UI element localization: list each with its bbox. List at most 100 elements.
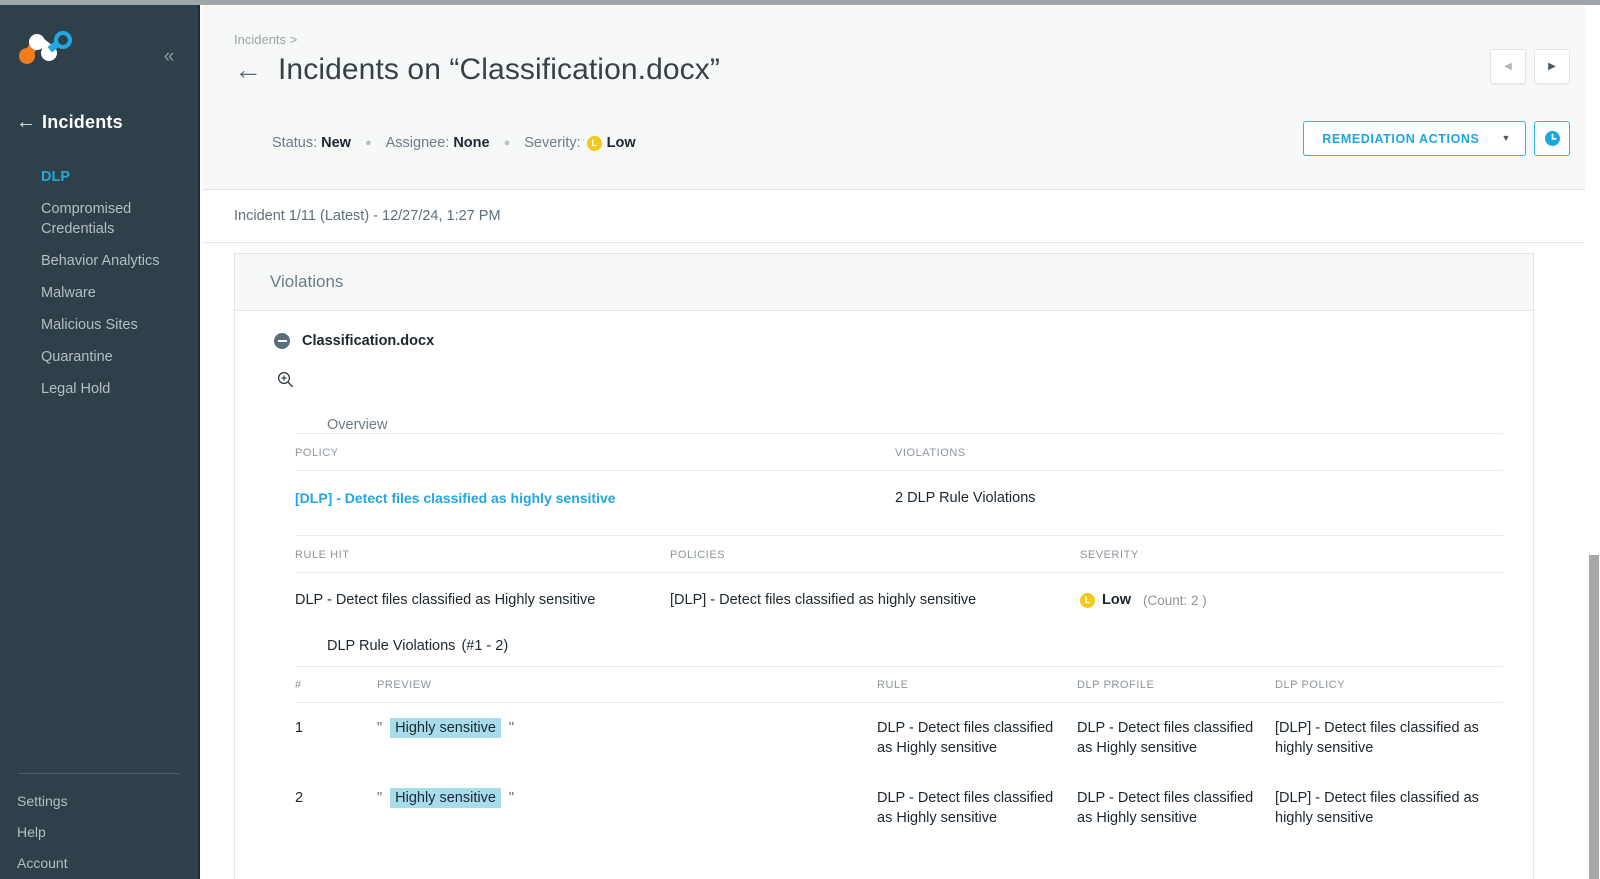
- preview-highlight: Highly sensitive: [390, 718, 501, 738]
- column-severity: SEVERITY: [1080, 535, 1503, 573]
- severity-badge-icon: L: [586, 135, 602, 151]
- violation-number: 1: [295, 720, 304, 736]
- sidebar-item-malicious-sites[interactable]: Malicious Sites: [0, 309, 198, 341]
- severity-label: Low: [1102, 592, 1131, 608]
- rule-hit-cell: DLP - Detect files classified as Highly …: [295, 592, 596, 608]
- violations-count-cell: 2 DLP Rule Violations: [895, 490, 1036, 506]
- assignee-label: Assignee:: [385, 135, 450, 151]
- table-row: 1 " Highly sensitive " DLP - Detect files …: [295, 703, 1503, 774]
- table-row: [DLP] - Detect files classified as highl…: [295, 471, 1503, 528]
- header-actions: REMEDIATION ACTIONS ▼: [1303, 121, 1570, 156]
- status-label: Status:: [272, 135, 318, 151]
- app-viewport: « ← Incidents DLP Compromised Credential…: [0, 0, 1600, 879]
- page-title: Incidents on “Classification.docx”: [278, 53, 720, 86]
- severity-label: Severity:: [524, 135, 581, 151]
- column-dlp-policy: DLP POLICY: [1275, 666, 1503, 703]
- severity-cell: L Low (Count: 2 ): [1080, 590, 1503, 611]
- preview-close-quote: ": [508, 720, 515, 736]
- sidebar-item-account[interactable]: Account: [0, 848, 198, 879]
- preview-close-quote: ": [508, 790, 515, 806]
- sidebar-nav-list: DLP Compromised Credentials Behavior Ana…: [0, 161, 198, 405]
- severity-badge-icon: L: [1080, 593, 1095, 608]
- sidebar-footer: Settings Help Account: [0, 773, 198, 879]
- column-violations: VIOLATIONS: [895, 433, 1503, 471]
- rule-hit-table: RULE HIT POLICIES SEVERITY DLP - Detect …: [295, 535, 1503, 628]
- chevron-double-left-icon[interactable]: «: [158, 47, 180, 69]
- pager: ◀ ▶: [1482, 49, 1570, 84]
- meta-separator: ●: [364, 136, 372, 149]
- violation-dlp-policy: [DLP] - Detect files classified as highl…: [1275, 790, 1479, 826]
- sidebar-back-incidents[interactable]: ← Incidents: [0, 105, 198, 139]
- brand-logo-icon[interactable]: [16, 31, 74, 65]
- violation-dlp-profile: DLP - Detect files classified as Highly …: [1077, 720, 1254, 756]
- table-row: DLP - Detect files classified as Highly …: [295, 573, 1503, 629]
- incident-meta: Status: New ● Assignee: None ● Severity:…: [272, 135, 636, 151]
- violations-subtitle: DLP Rule Violations: [327, 638, 456, 654]
- chevron-down-icon: ▼: [1501, 133, 1511, 143]
- page-scrollbar-thumb[interactable]: [1589, 555, 1599, 879]
- preview-highlight: Highly sensitive: [390, 788, 501, 808]
- column-policies: POLICIES: [670, 535, 1080, 573]
- sidebar-item-help[interactable]: Help: [0, 817, 198, 848]
- violation-number: 2: [295, 790, 304, 806]
- incident-history-button[interactable]: [1534, 121, 1570, 156]
- violation-preview: " Highly sensitive ": [377, 703, 877, 774]
- policy-link[interactable]: [DLP] - Detect files classified as highl…: [295, 490, 616, 506]
- column-preview: PREVIEW: [377, 666, 877, 703]
- violation-preview: " Highly sensitive ": [377, 773, 877, 843]
- violation-dlp-policy: [DLP] - Detect files classified as highl…: [1275, 720, 1479, 756]
- violations-range: (#1 - 2): [461, 638, 509, 654]
- minus-circle-icon[interactable]: [274, 333, 290, 349]
- column-policy: POLICY: [295, 433, 895, 471]
- violations-title: Violations: [270, 272, 344, 291]
- sidebar-item-dlp[interactable]: DLP: [0, 161, 198, 193]
- severity-value: Low: [606, 135, 636, 151]
- column-number: #: [295, 666, 377, 703]
- sidebar-item-quarantine[interactable]: Quarantine: [0, 341, 198, 373]
- violation-rule: DLP - Detect files classified as Highly …: [877, 720, 1054, 756]
- violations-table: # PREVIEW RULE DLP PROFILE DLP POLICY 1 …: [295, 666, 1503, 843]
- remediation-actions-button[interactable]: REMEDIATION ACTIONS ▼: [1303, 121, 1526, 156]
- sidebar-item-compromised-credentials[interactable]: Compromised Credentials: [0, 193, 198, 245]
- sidebar-item-malware[interactable]: Malware: [0, 277, 198, 309]
- column-dlp-profile: DLP PROFILE: [1077, 666, 1275, 703]
- magnifier-plus-icon: [277, 371, 293, 388]
- column-rule-hit: RULE HIT: [295, 535, 670, 573]
- status-value: New: [321, 135, 351, 151]
- sidebar-section-title: Incidents: [42, 111, 123, 132]
- page-scrollbar[interactable]: [1585, 5, 1600, 879]
- incident-version-bar: Incident 1/11 (Latest) - 12/27/24, 1:27 …: [202, 190, 1600, 243]
- column-rule: RULE: [877, 666, 1077, 703]
- table-row: 2 " Highly sensitive " DLP - Detect files …: [295, 773, 1503, 843]
- file-row: Classification.docx: [235, 311, 1533, 349]
- breadcrumb[interactable]: Incidents >: [234, 32, 297, 47]
- assignee-value: None: [453, 135, 490, 151]
- sidebar-item-settings[interactable]: Settings: [0, 786, 198, 817]
- pager-prev-button[interactable]: ◀: [1490, 49, 1526, 84]
- table-header-row: POLICY VIOLATIONS: [295, 433, 1503, 471]
- meta-separator: ●: [503, 136, 511, 149]
- overview-label: Overview: [327, 417, 388, 433]
- file-name: Classification.docx: [302, 333, 435, 349]
- severity-count: (Count: 2 ): [1143, 593, 1207, 608]
- sidebar: « ← Incidents DLP Compromised Credential…: [0, 5, 200, 879]
- sidebar-item-legal-hold[interactable]: Legal Hold: [0, 373, 198, 405]
- violations-card-header: Violations: [235, 254, 1533, 311]
- preview-open-quote: ": [377, 790, 383, 806]
- main-content: Incidents > ← Incidents on “Classificati…: [202, 5, 1600, 879]
- scroll-body: Violations Classification.docx Overview: [202, 243, 1600, 879]
- sidebar-divider: [18, 773, 180, 774]
- preview-open-quote: ": [377, 720, 383, 736]
- pager-next-button[interactable]: ▶: [1534, 49, 1570, 84]
- arrow-left-icon[interactable]: ←: [234, 55, 262, 85]
- table-header-row: # PREVIEW RULE DLP PROFILE DLP POLICY: [295, 666, 1503, 703]
- page-header: Incidents > ← Incidents on “Classificati…: [202, 5, 1600, 190]
- sidebar-item-behavior-analytics[interactable]: Behavior Analytics: [0, 245, 198, 277]
- triangle-right-icon: ▶: [1548, 60, 1556, 72]
- arrow-left-icon: ←: [16, 111, 36, 133]
- incident-version-text[interactable]: Incident 1/11 (Latest) - 12/27/24, 1:27 …: [234, 208, 501, 224]
- violations-subtitle-row: DLP Rule Violations (#1 - 2): [235, 628, 1533, 654]
- preview-zoom-button[interactable]: [235, 349, 1533, 393]
- violation-dlp-profile: DLP - Detect files classified as Highly …: [1077, 790, 1254, 826]
- sidebar-header: «: [0, 5, 198, 101]
